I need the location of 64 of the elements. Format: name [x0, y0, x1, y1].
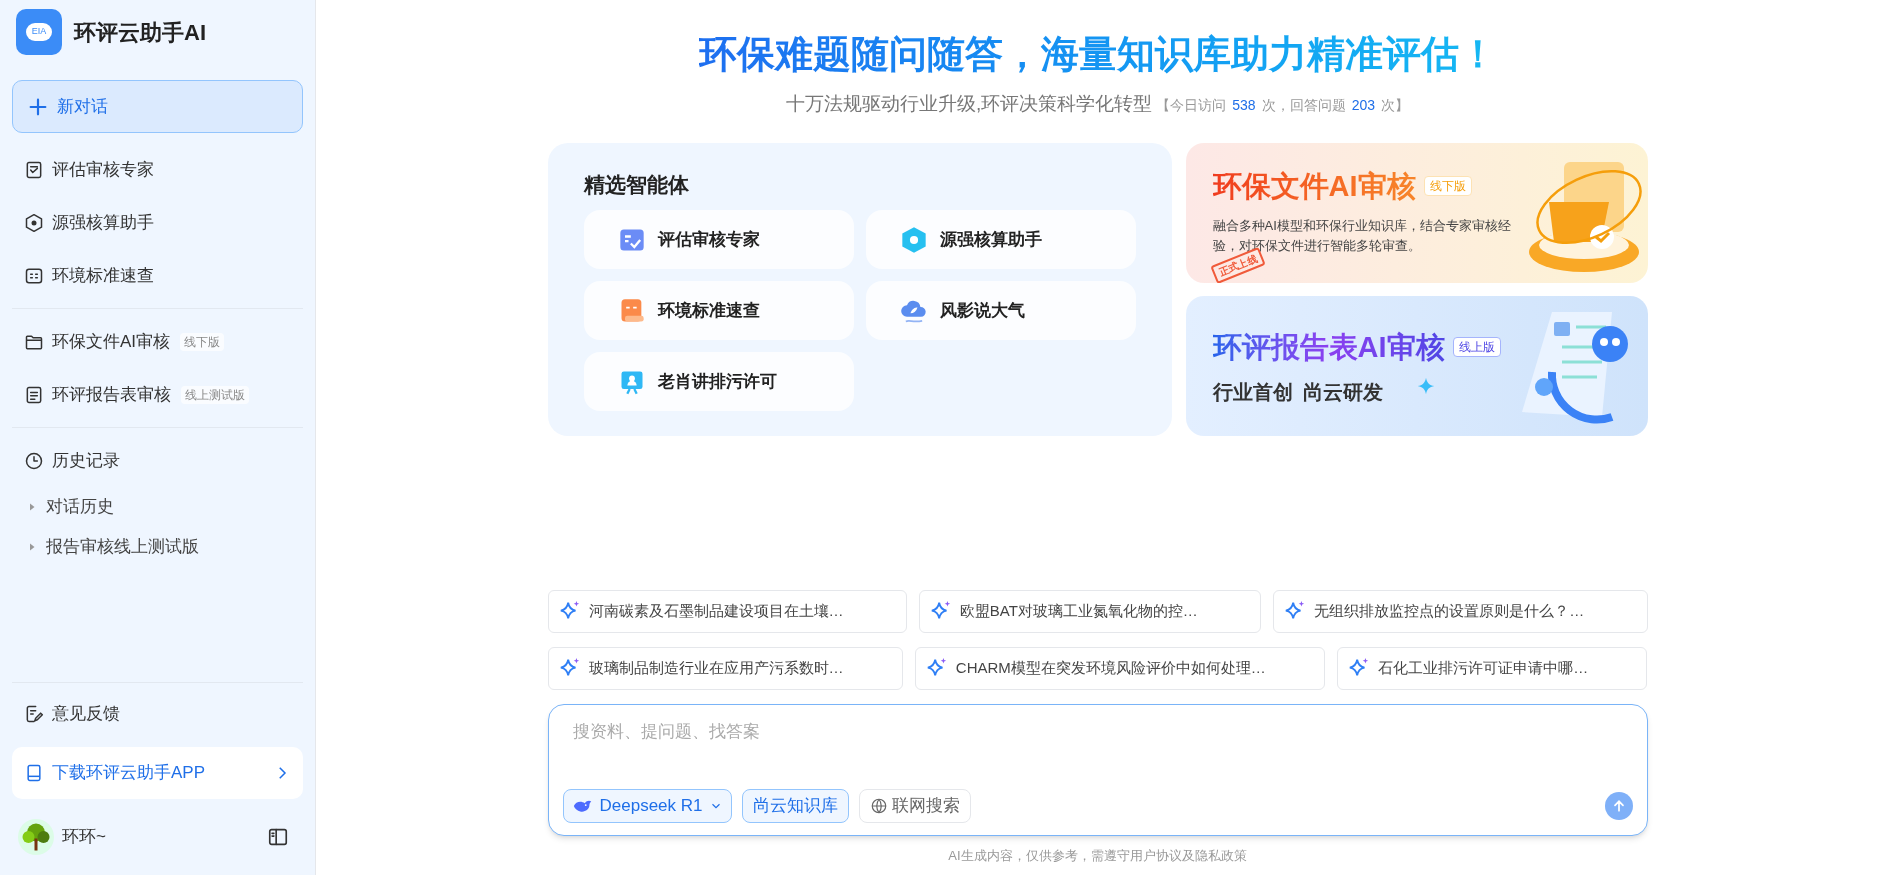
- suggestion-chip[interactable]: 石化工业排污许可证申请中哪…: [1337, 646, 1648, 690]
- suggestion-chip[interactable]: 河南碳素及石墨制品建设项目在土壤…: [547, 589, 907, 633]
- subtitle: 十万法规驱动行业升级,环评决策科学化转型: [786, 92, 1153, 116]
- user-name: 环环~: [62, 826, 107, 849]
- sidebar-toggle-icon[interactable]: [267, 826, 289, 848]
- agent-name: 评估审核专家: [657, 228, 760, 251]
- toggle-chip[interactable]: 尚云知识库: [741, 788, 849, 823]
- feedback-item[interactable]: 意见反馈: [12, 689, 303, 739]
- suggestion-chip[interactable]: CHARM模型在突发环境风险评价中如何处理…: [914, 646, 1326, 690]
- suggestion-chip[interactable]: 玻璃制品制造行业在应用产污系数时…: [547, 646, 903, 690]
- nav-item[interactable]: 环境标准速查: [12, 249, 303, 302]
- agent-card[interactable]: 源强核算助手: [865, 210, 1136, 269]
- model-dropdown[interactable]: Deepseek R1: [562, 788, 732, 823]
- nav-label: 评估审核专家: [52, 158, 154, 181]
- promo-banner[interactable]: 环保文件AI审核 线下版 融合多种AI模型和环保行业知识库，结合专家审核经验，对环保文件进行智能多轮审查。 正式上线: [1185, 142, 1648, 283]
- history-item[interactable]: 报告审核线上测试版: [12, 527, 303, 567]
- tablet-icon: [24, 763, 44, 783]
- nav-item[interactable]: 源强核算助手: [12, 196, 303, 249]
- agent-name: 源强核算助手: [939, 228, 1042, 251]
- nav-item[interactable]: 环评报告表审核 线上测试版: [12, 368, 303, 421]
- nav-label: 历史记录: [52, 449, 120, 472]
- promo-banner[interactable]: 环评报告表AI审核 线上版 行业首创 尚云研发: [1185, 295, 1648, 436]
- version-badge: 线下版: [1423, 176, 1472, 197]
- checklist-icon: [24, 159, 44, 180]
- nav-label: 环评报告表审核: [52, 383, 171, 406]
- banner-text: 行业首创 尚云研发: [1212, 380, 1383, 405]
- agent-name: 环境标准速查: [657, 299, 760, 322]
- version-badge: 线下版: [180, 332, 225, 351]
- agent-name: 老肖讲排污许可: [657, 370, 777, 393]
- nav-item[interactable]: 评估审核专家: [12, 143, 303, 196]
- visit-stats: 【今日访问 538 次，回答问题 203 次】: [1156, 96, 1409, 115]
- avatar-icon: [18, 819, 54, 855]
- nav-label: 意见反馈: [52, 703, 120, 726]
- agent-card[interactable]: 老肖讲排污许可: [583, 352, 854, 411]
- nav-label: 环保文件AI审核: [52, 330, 171, 353]
- history-item[interactable]: 对话历史: [12, 487, 303, 527]
- nav-item[interactable]: 历史记录: [12, 434, 303, 487]
- new-chat-button[interactable]: 新对话: [12, 80, 303, 133]
- disclaimer: AI生成内容，仅供参考，需遵守用户协议及隐私政策: [948, 846, 1247, 865]
- suggestion-chip[interactable]: 无组织排放监控点的设置原则是什么？…: [1273, 589, 1648, 633]
- agent-card[interactable]: 风影说大气: [865, 281, 1136, 340]
- history-label: 对话历史: [46, 496, 114, 519]
- nav-label: 环境标准速查: [52, 264, 154, 287]
- download-app-button[interactable]: 下载环评云助手APP: [12, 747, 303, 799]
- version-badge: 线上版: [1452, 337, 1501, 358]
- version-badge: 线上测试版: [181, 385, 249, 404]
- agent-card[interactable]: 环境标准速查: [583, 281, 854, 340]
- suggestion-chip[interactable]: 欧盟BAT对玻璃工业氮氧化物的控…: [918, 589, 1262, 633]
- question-input[interactable]: 搜资料、提问题、找答案: [562, 718, 1633, 744]
- panel-title: 精选智能体: [583, 171, 690, 198]
- document-icon: [24, 384, 44, 405]
- toggle-chip[interactable]: 联网搜索: [858, 788, 971, 823]
- hexagon-icon: [24, 212, 44, 233]
- logo-text: EIA: [25, 23, 53, 41]
- app-name: 环评云助手AI: [74, 18, 206, 47]
- edit-icon: [24, 704, 44, 724]
- nav-label: 源强核算助手: [52, 211, 154, 234]
- history-label: 报告审核线上测试版: [46, 536, 199, 559]
- globe-icon: [869, 796, 888, 815]
- agent-card[interactable]: 评估审核专家: [583, 210, 854, 269]
- clock-icon: [24, 450, 44, 471]
- hexagon-icon: [899, 225, 928, 254]
- agent-name: 风影说大气: [939, 299, 1025, 322]
- nav-item[interactable]: 环保文件AI审核 线下版: [12, 315, 303, 368]
